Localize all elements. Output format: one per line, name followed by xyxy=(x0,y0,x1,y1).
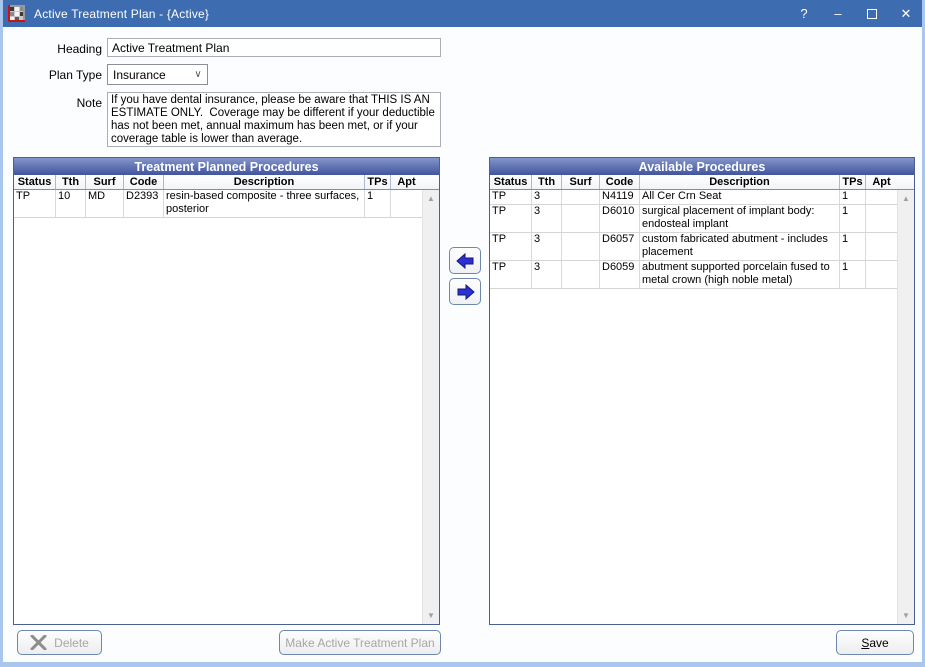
titlebar: Active Treatment Plan - {Active} ? – ✕ xyxy=(0,0,925,27)
table-cell: All Cer Crn Seat xyxy=(640,190,840,204)
table-cell: TP xyxy=(14,190,56,217)
table-cell: MD xyxy=(86,190,124,217)
plan-type-value: Insurance xyxy=(113,68,166,82)
col-surf: Surf xyxy=(86,175,124,189)
table-cell: 3 xyxy=(532,261,562,288)
table-cell: D6010 xyxy=(600,205,640,232)
available-procedures-title: Available Procedures xyxy=(490,158,914,175)
delete-label: Delete xyxy=(54,636,89,650)
available-procedures-rows: TP3N4119All Cer Crn Seat1TP3D6010surgica… xyxy=(490,190,897,289)
window-title: Active Treatment Plan - {Active} xyxy=(34,7,787,21)
table-cell: surgical placement of implant body: endo… xyxy=(640,205,840,232)
table-cell: D2393 xyxy=(124,190,164,217)
dialog-window: Active Treatment Plan - {Active} ? – ✕ H… xyxy=(0,0,925,667)
table-cell: 3 xyxy=(532,205,562,232)
table-cell: resin-based composite - three surfaces, … xyxy=(164,190,365,217)
help-button[interactable]: ? xyxy=(787,0,821,27)
make-active-label: Make Active Treatment Plan xyxy=(285,636,434,650)
col-status: Status xyxy=(490,175,532,189)
table-cell: TP xyxy=(490,261,532,288)
scroll-up-icon[interactable]: ▲ xyxy=(423,190,439,207)
table-cell: TP xyxy=(490,190,532,204)
close-button[interactable]: ✕ xyxy=(889,0,923,27)
make-active-treatment-plan-button[interactable]: Make Active Treatment Plan xyxy=(279,630,441,655)
minimize-button[interactable]: – xyxy=(821,0,855,27)
table-cell xyxy=(562,233,600,260)
table-cell: 3 xyxy=(532,190,562,204)
maximize-button[interactable] xyxy=(855,0,889,27)
table-cell: abutment supported porcelain fused to me… xyxy=(640,261,840,288)
right-arrow-icon xyxy=(456,284,475,300)
table-row[interactable]: TP3 N4119All Cer Crn Seat1 xyxy=(490,190,897,205)
plan-type-select[interactable]: Insurance ∨ xyxy=(107,64,208,85)
save-button[interactable]: Save xyxy=(836,630,914,655)
vertical-scrollbar[interactable]: ▲ ▼ xyxy=(422,190,439,624)
available-procedures-header: Status Tth Surf Code Description TPs Apt xyxy=(490,175,914,190)
table-row[interactable]: TP3 D6059abutment supported porcelain fus… xyxy=(490,261,897,289)
treatment-planned-header: Status Tth Surf Code Description TPs Apt xyxy=(14,175,439,190)
col-surf: Surf xyxy=(562,175,600,189)
left-arrow-icon xyxy=(456,253,475,269)
col-tps: TPs xyxy=(840,175,866,189)
table-cell: N4119 xyxy=(600,190,640,204)
scroll-down-icon[interactable]: ▼ xyxy=(898,607,914,624)
table-cell: D6057 xyxy=(600,233,640,260)
table-cell: 1 xyxy=(840,261,866,288)
treatment-planned-rows: TP10MDD2393resin-based composite - three… xyxy=(14,190,422,218)
table-cell xyxy=(866,233,897,260)
table-cell xyxy=(562,190,600,204)
col-apt: Apt xyxy=(866,175,897,189)
col-tps: TPs xyxy=(365,175,391,189)
delete-x-icon xyxy=(30,635,47,650)
table-row[interactable]: TP10MDD2393resin-based composite - three… xyxy=(14,190,422,218)
maximize-icon xyxy=(867,9,877,19)
chevron-down-icon: ∨ xyxy=(189,65,207,84)
col-apt: Apt xyxy=(391,175,422,189)
available-procedures-table: Available Procedures Status Tth Surf Cod… xyxy=(489,157,915,625)
table-cell xyxy=(866,261,897,288)
heading-input[interactable] xyxy=(107,38,441,57)
heading-label: Heading xyxy=(7,42,102,56)
scroll-up-icon[interactable]: ▲ xyxy=(898,190,914,207)
table-cell xyxy=(562,261,600,288)
save-label: Save xyxy=(861,636,888,650)
col-description: Description xyxy=(164,175,365,189)
table-row[interactable]: TP3 D6010surgical placement of implant bo… xyxy=(490,205,897,233)
note-textarea[interactable]: If you have dental insurance, please be … xyxy=(107,92,441,147)
table-cell xyxy=(866,205,897,232)
delete-button[interactable]: Delete xyxy=(17,630,102,655)
table-cell: 1 xyxy=(840,205,866,232)
treatment-planned-title: Treatment Planned Procedures xyxy=(14,158,439,175)
table-cell: 10 xyxy=(56,190,86,217)
note-label: Note xyxy=(7,96,102,110)
scroll-down-icon[interactable]: ▼ xyxy=(423,607,439,624)
table-cell: TP xyxy=(490,233,532,260)
table-cell: D6059 xyxy=(600,261,640,288)
move-right-button[interactable] xyxy=(449,278,481,305)
table-cell: 1 xyxy=(840,190,866,204)
col-tth: Tth xyxy=(56,175,86,189)
table-cell: custom fabricated abutment - includes pl… xyxy=(640,233,840,260)
col-description: Description xyxy=(640,175,840,189)
table-cell xyxy=(562,205,600,232)
col-tth: Tth xyxy=(532,175,562,189)
plan-type-label: Plan Type xyxy=(7,68,102,82)
table-cell xyxy=(866,190,897,204)
table-row[interactable]: TP3 D6057custom fabricated abutment - inc… xyxy=(490,233,897,261)
table-cell: 3 xyxy=(532,233,562,260)
table-cell xyxy=(391,190,422,217)
move-left-button[interactable] xyxy=(449,247,481,274)
col-code: Code xyxy=(124,175,164,189)
table-cell: 1 xyxy=(365,190,391,217)
table-cell: 1 xyxy=(840,233,866,260)
col-status: Status xyxy=(14,175,56,189)
treatment-planned-table: Treatment Planned Procedures Status Tth … xyxy=(13,157,440,625)
col-code: Code xyxy=(600,175,640,189)
vertical-scrollbar[interactable]: ▲ ▼ xyxy=(897,190,914,624)
app-icon xyxy=(8,5,25,22)
table-cell: TP xyxy=(490,205,532,232)
